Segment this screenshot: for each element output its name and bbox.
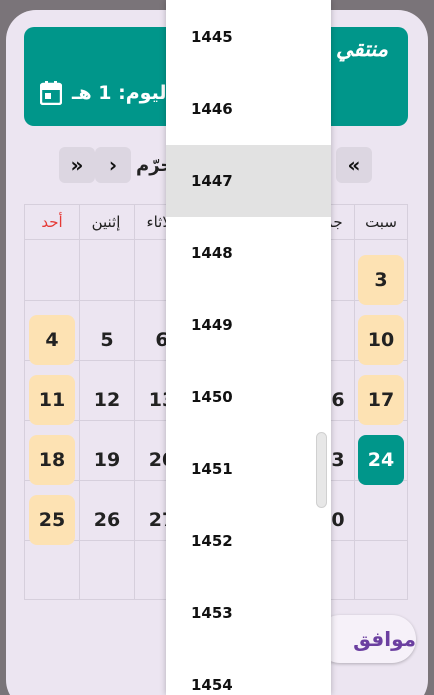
year-option[interactable]: 1450 bbox=[166, 361, 331, 433]
next-year-button[interactable]: » bbox=[59, 147, 95, 183]
weekday-sat: سبت bbox=[365, 213, 397, 231]
today-row[interactable]: اليوم: 1 هـ bbox=[40, 77, 173, 109]
day-cell[interactable]: 25 bbox=[29, 495, 75, 545]
weekday-mon: إثنين bbox=[91, 213, 121, 231]
day-cell[interactable]: 3 bbox=[358, 255, 404, 305]
year-option[interactable]: 1449 bbox=[166, 289, 331, 361]
day-cell[interactable]: 26 bbox=[84, 495, 130, 545]
year-option[interactable]: 1453 bbox=[166, 577, 331, 649]
calendar-icon bbox=[40, 81, 62, 105]
day-cell[interactable]: 5 bbox=[84, 315, 130, 365]
year-picker-scrollbar[interactable] bbox=[316, 432, 327, 508]
day-cell[interactable]: 10 bbox=[358, 315, 404, 365]
year-option[interactable]: 1445 bbox=[166, 1, 331, 73]
ok-button[interactable]: موافق bbox=[316, 615, 416, 663]
year-option[interactable]: 1446 bbox=[166, 73, 331, 145]
year-option[interactable]: 1448 bbox=[166, 217, 331, 289]
year-picker-dropdown[interactable]: 1445 1446 1447 1448 1449 1450 1451 1452 … bbox=[166, 0, 331, 695]
day-cell[interactable]: 17 bbox=[358, 375, 404, 425]
year-option[interactable]: 1454 bbox=[166, 649, 331, 695]
year-option[interactable]: 1451 bbox=[166, 433, 331, 505]
year-option[interactable]: 1452 bbox=[166, 505, 331, 577]
day-cell[interactable]: 19 bbox=[84, 435, 130, 485]
today-label: اليوم: 1 هـ bbox=[72, 82, 173, 104]
day-cell[interactable]: 11 bbox=[29, 375, 75, 425]
day-cell[interactable]: 4 bbox=[29, 315, 75, 365]
year-option-selected[interactable]: 1447 bbox=[166, 145, 331, 217]
day-cell[interactable]: 12 bbox=[84, 375, 130, 425]
day-cell-today[interactable]: 24 bbox=[358, 435, 404, 485]
next-month-button[interactable]: › bbox=[95, 147, 131, 183]
prev-year-button[interactable]: « bbox=[336, 147, 372, 183]
weekday-sun: أحد bbox=[41, 213, 63, 231]
day-cell[interactable]: 18 bbox=[29, 435, 75, 485]
